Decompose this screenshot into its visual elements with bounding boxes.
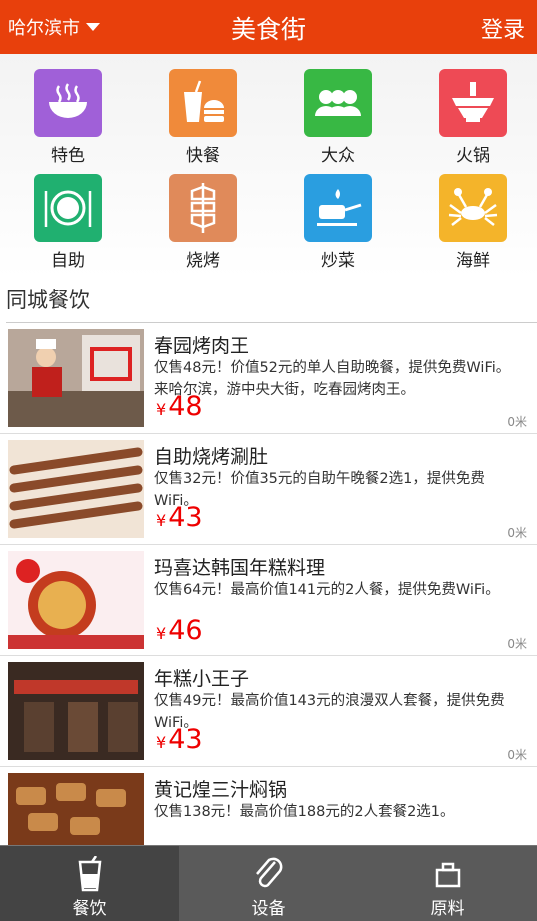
restaurant-photo [8,329,144,427]
restaurant-desc: 仅售64元！最高价值141元的2人餐，提供免费WiFi。 [154,582,500,598]
price-value: 48 [168,391,203,422]
box-icon [428,856,468,892]
tab-label: 原料 [430,899,465,919]
category-chaocai[interactable]: 炒菜 [278,174,398,271]
currency-symbol: ¥ [156,400,167,419]
category-grid: 特色 快餐 大众 火锅 自助 烧烤 炒菜 海鲜 [0,54,537,278]
category-label: 炒菜 [321,251,355,271]
bowl-icon [34,69,102,137]
crab-icon [439,174,507,242]
price: ¥ 43 [156,502,203,533]
currency-symbol: ¥ [156,624,167,643]
cup-icon [70,855,110,892]
restaurant-name: 玛喜达韩国年糕料理 [154,557,326,579]
category-label: 自助 [51,251,85,271]
category-label: 特色 [51,146,85,166]
price-value: 43 [168,502,203,533]
price-value: 43 [168,724,203,755]
restaurant-desc: 仅售48元！价值52元的单人自助晚餐，提供免费WiFi。来哈尔滨，游中央大街，吃… [154,360,511,398]
category-label: 快餐 [186,146,220,166]
category-label: 海鲜 [456,251,490,271]
distance: 0米 [507,526,527,540]
currency-symbol: ¥ [156,733,167,752]
fastfood-icon [169,69,237,137]
group-icon [304,69,372,137]
category-label: 大众 [321,146,355,166]
pan-icon [304,174,372,242]
bottom-tab-bar: 餐饮 设备 原料 [0,845,537,921]
login-button[interactable]: 登录 [481,12,525,44]
currency-symbol: ¥ [156,511,167,530]
category-kuaican[interactable]: 快餐 [143,69,263,166]
skewer-icon [169,174,237,242]
tab-label: 设备 [251,899,286,919]
hotpot-icon [439,69,507,137]
price: ¥ 43 [156,724,203,755]
price-value: 46 [168,615,203,646]
category-huoguo[interactable]: 火锅 [413,69,533,166]
category-dazhong[interactable]: 大众 [278,69,398,166]
distance: 0米 [507,748,527,762]
app-title: 美食街 [230,15,306,44]
plate-icon [34,174,102,242]
category-tese[interactable]: 特色 [8,69,128,166]
restaurant-name: 春园烤肉王 [154,335,250,357]
paperclip-icon [249,856,289,892]
category-label: 火锅 [456,146,490,166]
list-item[interactable]: 春园烤肉王 仅售48元！价值52元的单人自助晚餐，提供免费WiFi。来哈尔滨，游… [0,323,537,434]
list-item[interactable]: 玛喜达韩国年糕料理 仅售64元！最高价值141元的2人餐，提供免费WiFi。 ¥… [0,545,537,656]
restaurant-name: 年糕小王子 [154,668,250,690]
price: ¥ 46 [156,615,203,646]
distance: 0米 [507,637,527,651]
category-shaokao[interactable]: 烧烤 [143,174,263,271]
section-title: 同城餐饮 [6,288,90,312]
tab-canyin[interactable]: 餐饮 [0,846,179,921]
tab-yuanliao[interactable]: 原料 [358,846,537,921]
restaurant-desc: 仅售49元！最高价值143元的浪漫双人套餐，提供免费WiFi。 [154,693,505,731]
category-label: 烧烤 [186,251,220,271]
restaurant-desc: 仅售32元！价值35元的自助午晚餐2选1，提供免费WiFi。 [154,471,485,509]
restaurant-photo [8,551,144,649]
top-bar: 哈尔滨市 美食街 登录 [0,0,537,54]
tab-shebei[interactable]: 设备 [179,846,358,921]
restaurant-name: 自助烧烤涮肚 [154,446,269,468]
restaurant-name: 黄记煌三汁焖锅 [154,779,288,801]
category-haixian[interactable]: 海鲜 [413,174,533,271]
list-item[interactable]: 年糕小王子 仅售49元！最高价值143元的浪漫双人套餐，提供免费WiFi。 ¥ … [0,656,537,767]
restaurant-desc: 仅售138元！最高价值188元的2人套餐2选1。 [154,804,455,820]
restaurant-photo [8,440,144,538]
list-item[interactable]: 自助烧烤涮肚 仅售32元！价值35元的自助午晚餐2选1，提供免费WiFi。 ¥ … [0,434,537,545]
price: ¥ 48 [156,391,203,422]
tab-label: 餐饮 [72,899,107,919]
restaurant-photo [8,662,144,760]
category-zizhu[interactable]: 自助 [8,174,128,271]
distance: 0米 [507,415,527,429]
